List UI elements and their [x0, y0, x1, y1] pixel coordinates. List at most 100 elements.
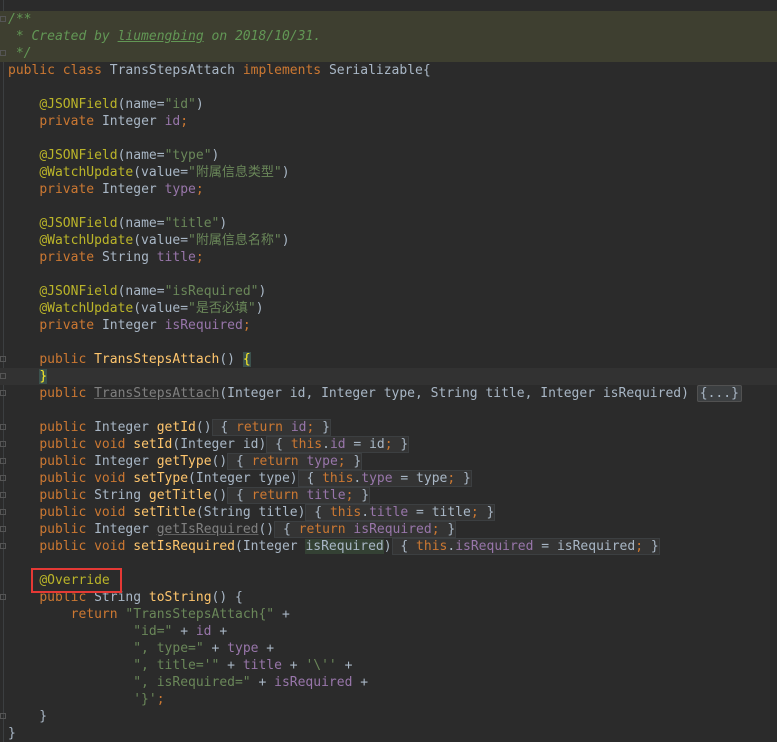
fold-toggle-icon[interactable]: [0, 526, 6, 532]
fold-toggle-icon[interactable]: [0, 594, 6, 600]
inline-fold-body[interactable]: { this.isRequired = isRequired; }: [391, 538, 660, 555]
kw-public: public: [39, 488, 87, 503]
json-name-text: type: [172, 148, 204, 163]
field-type: Integer: [101, 182, 157, 197]
annotation-line: @JSONField(name="type"): [39, 148, 220, 163]
watch-value-text: 附属信息名称: [195, 233, 274, 248]
concat-line: ", type=" + type +: [133, 641, 275, 656]
return-statement: return "TransStepsAttach{" +: [70, 607, 290, 622]
inline-fold-body[interactable]: { return type; }: [227, 453, 363, 470]
interface-name: Serializable: [328, 63, 423, 78]
constructor-name: TransStepsAttach: [94, 386, 220, 401]
method-declaration: public Integer getIsRequired() { return …: [0, 521, 777, 538]
inline-fold-body[interactable]: { return title; }: [227, 487, 371, 504]
concat-line: ", title='" + title + '\'' +: [133, 658, 353, 673]
method-declaration: public Integer getId() { return id; }: [0, 419, 777, 436]
method-name: setTitle: [133, 505, 196, 520]
kw-public: public: [39, 471, 87, 486]
field-name: title: [156, 250, 196, 265]
override-annotation-line: @Override: [0, 572, 777, 589]
method-name: setType: [133, 471, 189, 486]
ann-value: "isRequired": [164, 284, 259, 299]
kw-public: public: [39, 505, 87, 520]
field-ref: id: [195, 624, 212, 639]
annotation-line: @WatchUpdate(value="附属信息类型"): [39, 165, 290, 180]
fold-toggle-icon[interactable]: [0, 424, 6, 430]
kw-return: return: [70, 607, 118, 622]
method-declaration: public Integer getType() { return type; …: [0, 453, 777, 470]
concat-line: '}';: [133, 692, 165, 707]
field-ref: isRequired: [274, 675, 353, 690]
method-params: String title: [203, 505, 298, 520]
return-type: String: [94, 488, 142, 503]
json-name-text: id: [172, 97, 189, 112]
doc-close-text: */: [8, 46, 32, 61]
char-literal: '\'': [305, 658, 337, 673]
ann-value: "附属信息名称": [188, 233, 282, 248]
field-ref: type: [306, 454, 338, 469]
inline-fold-body[interactable]: { this.id = id; }: [266, 436, 410, 453]
ann-jsonfield: @JSONField: [39, 97, 118, 112]
folded-code-placeholder[interactable]: {...}: [696, 385, 742, 402]
field-ref: title: [369, 505, 409, 520]
fold-toggle-icon[interactable]: [0, 373, 6, 379]
fold-toggle-icon[interactable]: [0, 16, 6, 22]
fold-toggle-icon[interactable]: [0, 475, 6, 481]
method-name: getId: [156, 420, 196, 435]
method-close: }: [0, 708, 777, 725]
brace-close-highlight: }: [39, 369, 48, 384]
inline-fold-body[interactable]: { return id; }: [211, 419, 331, 436]
fold-toggle-icon[interactable]: [0, 713, 6, 719]
ann-jsonfield: @JSONField: [39, 216, 118, 231]
kw-public: public: [39, 437, 87, 452]
string-literal: ", title='": [133, 658, 220, 673]
semicolon: ;: [180, 114, 189, 129]
constructor-params: Integer id, Integer type, String title, …: [227, 386, 682, 401]
constructor-name: TransStepsAttach: [94, 352, 220, 367]
watch-value-text: 是否必填: [195, 301, 248, 316]
fold-toggle-icon[interactable]: [0, 543, 6, 549]
fold-toggle-icon[interactable]: [0, 509, 6, 515]
concat-line: "id=" + id +: [133, 624, 228, 639]
inline-fold-body[interactable]: { this.title = title; }: [305, 504, 496, 521]
ann-jsonfield: @JSONField: [39, 148, 118, 163]
ann-jsonfield: @JSONField: [39, 284, 118, 299]
watch-value-text: 附属信息类型: [195, 165, 274, 180]
inline-fold-body[interactable]: { this.type = type; }: [297, 470, 472, 487]
class-declaration: public class TransStepsAttach implements…: [0, 62, 777, 79]
field-ref: title: [306, 488, 346, 503]
field-name: id: [164, 114, 181, 129]
method-declaration: public void setId(Integer id) { this.id …: [0, 436, 777, 453]
ann-watchupdate: @WatchUpdate: [39, 165, 134, 180]
fold-toggle-icon[interactable]: [0, 441, 6, 447]
kw-public: public: [8, 63, 55, 78]
fold-toggle-icon[interactable]: [0, 458, 6, 464]
kw-void: void: [94, 437, 126, 452]
inline-fold-body[interactable]: { return isRequired; }: [274, 521, 457, 538]
field-ref: type: [227, 641, 259, 656]
method-name: getIsRequired: [156, 522, 259, 537]
code-editor[interactable]: /** * Created by liumengbing on 2018/10/…: [0, 0, 777, 742]
kw-return: return: [251, 488, 299, 503]
kw-public: public: [39, 420, 87, 435]
method-name: getType: [156, 454, 212, 469]
kw-void: void: [94, 539, 126, 554]
fold-toggle-icon[interactable]: [0, 356, 6, 362]
kw-void: void: [94, 471, 126, 486]
field-ref: type: [361, 471, 393, 486]
semicolon: ;: [195, 250, 204, 265]
fold-toggle-icon[interactable]: [0, 492, 6, 498]
class-name: TransStepsAttach: [109, 63, 235, 78]
ann-value: "是否必填": [188, 301, 256, 316]
fold-toggle-icon[interactable]: [0, 390, 6, 396]
field-type: Integer: [101, 114, 157, 129]
method-declaration: public void setIsRequired(Integer isRequ…: [0, 538, 777, 555]
method-declaration: public void setType(Integer type) { this…: [0, 470, 777, 487]
field-name: isRequired: [164, 318, 243, 333]
class-close: }: [8, 726, 16, 741]
return-type: Integer: [94, 522, 149, 537]
fold-toggle-icon[interactable]: [0, 50, 6, 56]
string-literal: ", type=": [133, 641, 204, 656]
field-ref: id: [290, 420, 307, 435]
field-ref: isRequired: [455, 539, 534, 554]
